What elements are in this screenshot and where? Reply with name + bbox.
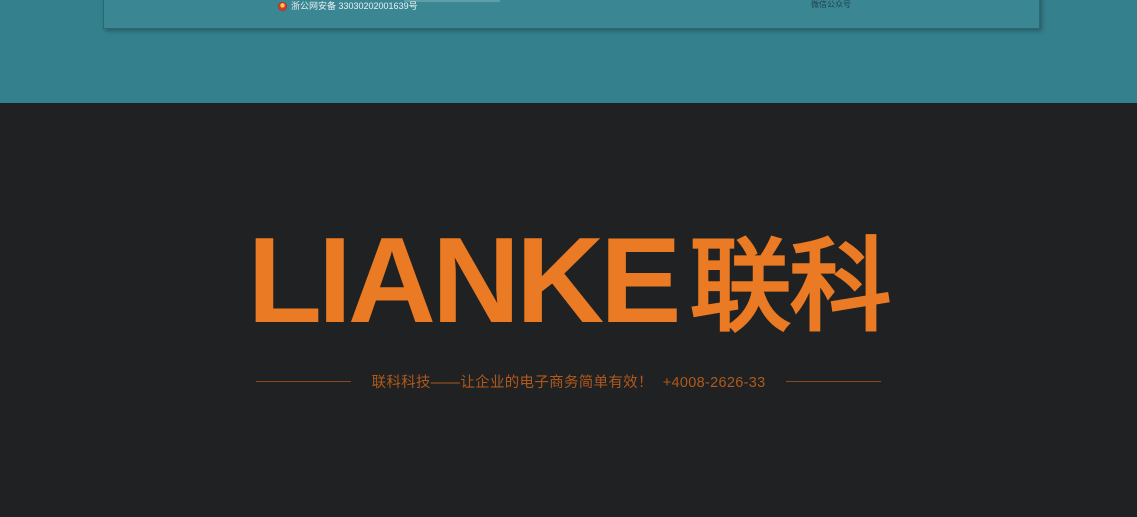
logo-cjk-text: 联科: [690, 230, 890, 344]
police-badge-icon: [278, 2, 287, 11]
brand-tagline: 联科科技——让企业的电子商务简单有效！ +4008-2626-33: [0, 371, 1137, 392]
footer-top-section: 浙公网安备 33030202001639号 微信公众号: [0, 0, 1137, 103]
tagline-right-rule: [786, 381, 881, 382]
tagline-slogan: 联科科技——让企业的电子商务简单有效！: [372, 375, 653, 391]
footer-content-box: [103, 0, 1040, 29]
tagline-text: 联科科技——让企业的电子商务简单有效！ +4008-2626-33: [372, 371, 766, 392]
clipped-text-remnant: [404, 0, 500, 2]
logo-latin-text: LIANKE: [247, 212, 677, 348]
beian-link[interactable]: 浙公网安备 33030202001639号: [278, 0, 418, 12]
tagline-phone-number: +4008-2626-33: [663, 375, 766, 391]
wechat-account-label: 微信公众号: [811, 0, 851, 9]
tagline-left-rule: [256, 381, 351, 382]
beian-number-label: 浙公网安备 33030202001639号: [291, 1, 418, 12]
brand-band-section: LIANKE联科 联科科技——让企业的电子商务简单有效！ +4008-2626-3…: [0, 103, 1137, 517]
brand-logo: LIANKE联科: [0, 219, 1137, 341]
